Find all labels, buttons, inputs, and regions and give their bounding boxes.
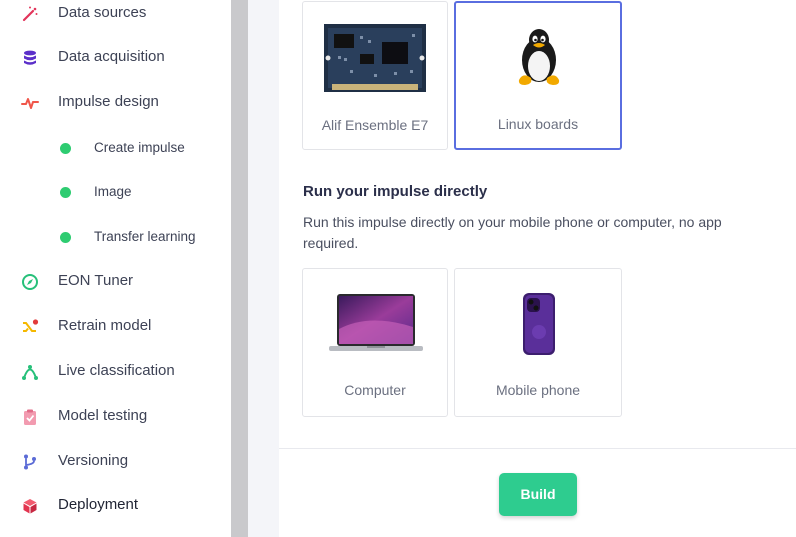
sidebar-subitem-image[interactable]: Image	[0, 177, 231, 207]
sidebar-item-live-classification[interactable]: Live classification	[0, 354, 231, 390]
section-divider	[279, 448, 796, 449]
sidebar-subitem-label: Create impulse	[94, 140, 185, 155]
pulse-icon	[21, 98, 39, 109]
sidebar-item-eon-tuner[interactable]: EON Tuner	[0, 264, 231, 300]
sidebar-item-label: Retrain model	[58, 317, 152, 334]
cube-icon	[23, 499, 37, 514]
clipboard-check-icon	[24, 409, 36, 425]
target-card-label: Linux boards	[497, 116, 579, 132]
sidebar-item-retrain-model[interactable]: Retrain model	[0, 309, 231, 345]
sidebar-item-label: Model testing	[58, 407, 148, 424]
section-description: Run this impulse directly on your mobile…	[303, 214, 722, 251]
shuffle-icon	[23, 319, 39, 332]
target-card-linux-boards[interactable]: Linux boards	[454, 1, 622, 150]
sidebar-scrollbar[interactable]	[231, 0, 248, 537]
status-dot	[60, 143, 71, 154]
build-button[interactable]: Build	[499, 473, 577, 516]
curve-icon	[22, 365, 38, 380]
magic-wand-icon	[22, 6, 38, 22]
status-dot	[60, 232, 71, 243]
sidebar-item-data-sources[interactable]: Data sources	[0, 0, 231, 32]
target-card-label: Mobile phone	[495, 382, 581, 398]
sidebar-subitem-create-impulse[interactable]: Create impulse	[0, 133, 231, 163]
sidebar: Data sources Data acquisition Impulse de…	[0, 0, 231, 537]
sidebar-subitem-label: Image	[94, 184, 132, 199]
target-card-computer[interactable]: Computer	[302, 268, 448, 417]
mobile-phone-image	[523, 293, 555, 355]
sidebar-item-label: Data acquisition	[58, 48, 165, 65]
sidebar-item-deployment[interactable]: Deployment	[0, 488, 231, 524]
sidebar-item-label: EON Tuner	[58, 272, 134, 289]
section-title: Run your impulse directly	[303, 183, 488, 200]
sidebar-item-impulse-design[interactable]: Impulse design	[0, 85, 231, 121]
sidebar-item-label: Impulse design	[58, 93, 159, 110]
compass-icon	[22, 274, 38, 290]
branch-icon	[24, 454, 36, 470]
status-dot	[60, 187, 71, 198]
sidebar-item-versioning[interactable]: Versioning	[0, 444, 231, 480]
content-gutter	[248, 0, 279, 537]
sidebar-item-label: Versioning	[58, 452, 129, 469]
sidebar-subitem-label: Transfer learning	[94, 229, 196, 244]
sidebar-item-data-acquisition[interactable]: Data acquisition	[0, 40, 231, 76]
sidebar-subitem-transfer-learning[interactable]: Transfer learning	[0, 222, 231, 252]
laptop-image	[329, 294, 423, 351]
database-icon	[24, 50, 36, 65]
sidebar-item-label: Live classification	[58, 362, 175, 379]
sidebar-item-label: Deployment	[58, 496, 139, 513]
deployment-main: Alif Ensemble E7 Linux boards Run your i…	[279, 0, 796, 537]
target-card-label: Computer	[344, 382, 406, 398]
target-card-alif-ensemble[interactable]: Alif Ensemble E7	[302, 1, 448, 150]
circuit-board-image	[324, 24, 426, 92]
target-card-label: Alif Ensemble E7	[321, 117, 429, 133]
sidebar-item-label: Data sources	[58, 4, 147, 21]
tux-penguin-icon	[518, 29, 560, 85]
sidebar-item-model-testing[interactable]: Model testing	[0, 399, 231, 435]
target-card-mobile-phone[interactable]: Mobile phone	[454, 268, 622, 417]
